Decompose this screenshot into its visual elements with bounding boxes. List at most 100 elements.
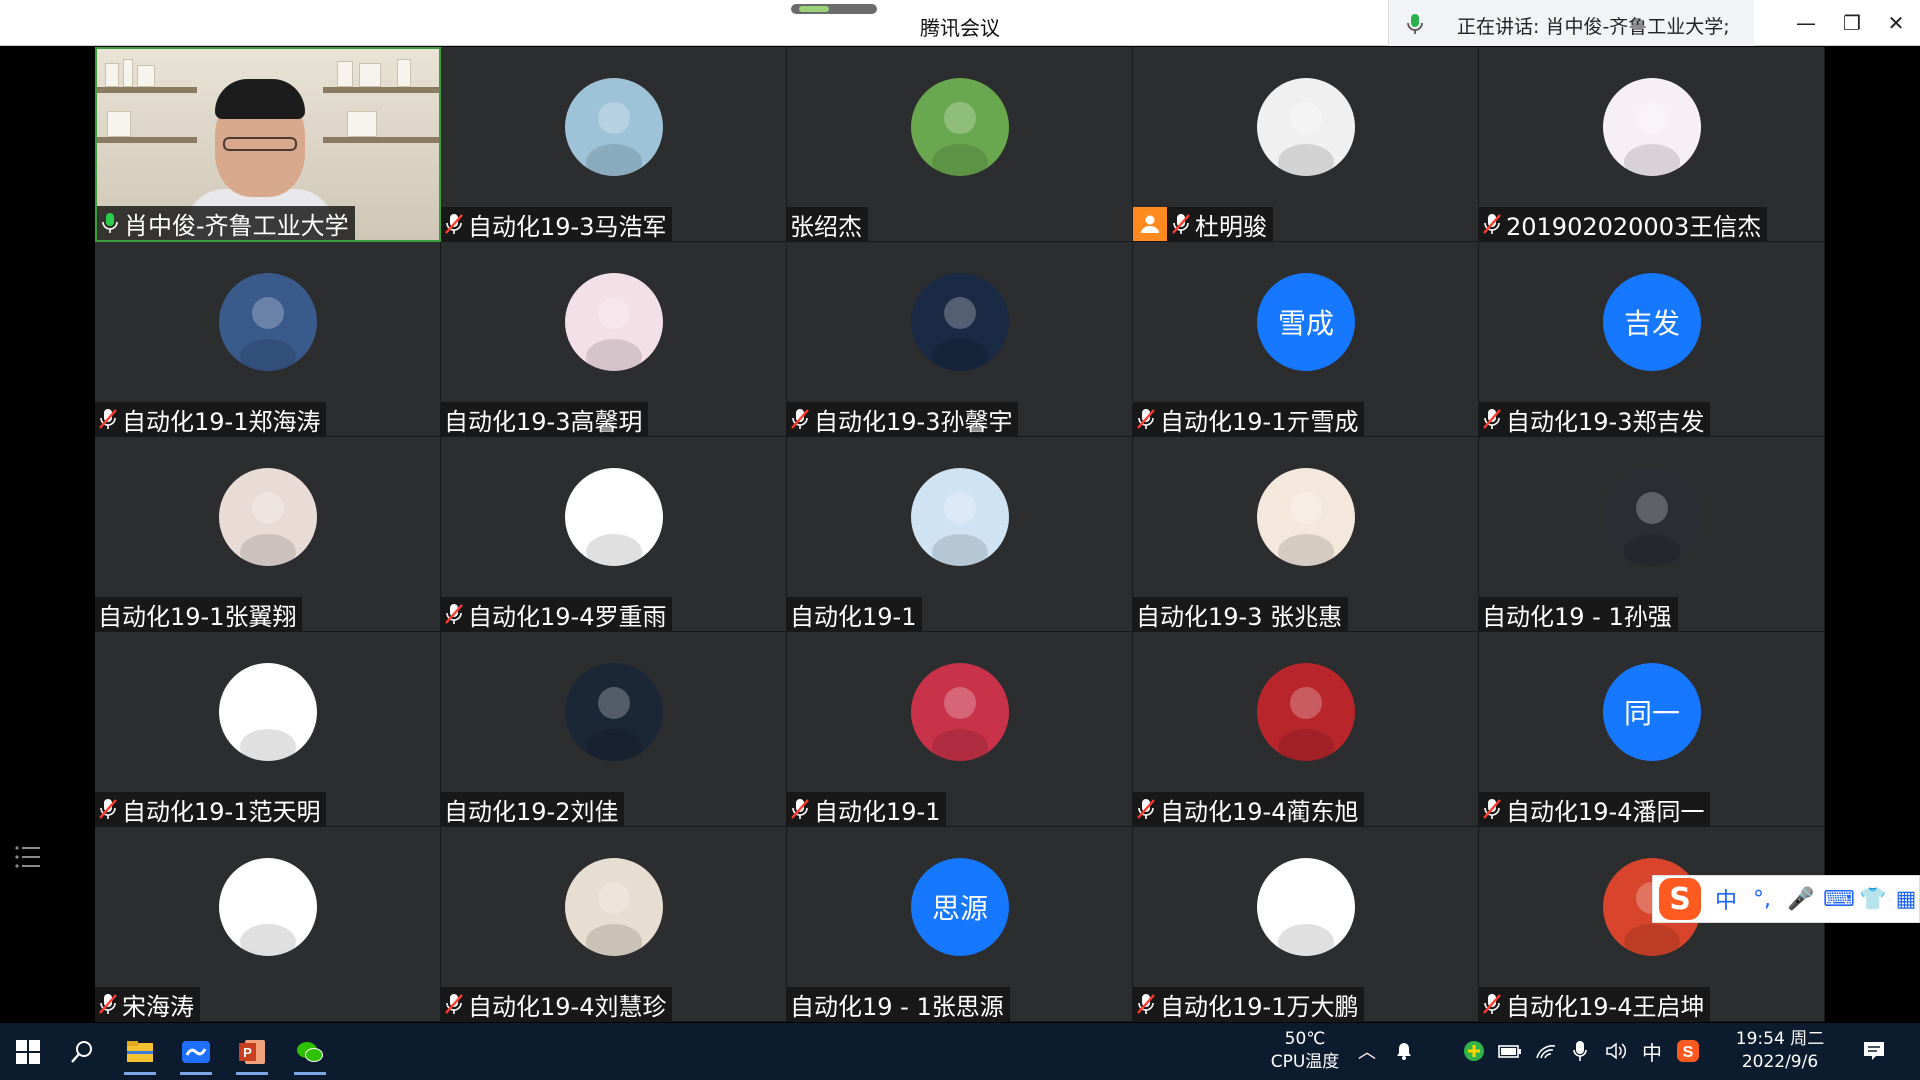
participant-name-bar: 201902020003王信杰 xyxy=(1479,207,1768,241)
participant-name-bar: 自动化19-3 张兆惠 xyxy=(1133,597,1349,631)
participant-tile[interactable]: 自动化19-4蔺东旭 xyxy=(1133,632,1479,827)
clock-date[interactable]: 2022/9/6 xyxy=(1720,1051,1840,1073)
participant-tile[interactable]: 宋海涛 xyxy=(95,827,441,1022)
participant-tile[interactable]: 自动化19-3高馨玥 xyxy=(441,242,787,437)
anime-couple-icon xyxy=(565,858,663,956)
participant-tile[interactable]: 自动化19-3孙馨宇 xyxy=(787,242,1133,437)
participant-name-bar: 自动化19-1 xyxy=(787,792,947,826)
participant-grid: 肖中俊-齐鲁工业大学 自动化19-3马浩军 张绍杰 杜明骏 201902020003王信… xyxy=(95,47,1825,1023)
powerpoint-button[interactable]: P xyxy=(230,1031,274,1075)
participant-name-bar: 自动化19-1张翼翔 xyxy=(95,597,303,631)
anime-boy-icon xyxy=(911,468,1009,566)
mic-muted-icon xyxy=(1483,409,1501,429)
cpu-temperature: 50℃ xyxy=(1284,1029,1326,1049)
participant-name-bar: 自动化19-3马浩军 xyxy=(441,207,673,241)
participant-name: 自动化19-4王启坤 xyxy=(1506,992,1705,1021)
participant-tile[interactable]: 自动化19-3 张兆惠 xyxy=(1133,437,1479,632)
participant-tile[interactable]: 自动化19-1 xyxy=(787,437,1133,632)
participant-name: 自动化19-1万大鹏 xyxy=(1160,992,1359,1021)
participant-name-bar: 自动化19-1 xyxy=(787,597,923,631)
close-button[interactable]: ✕ xyxy=(1874,6,1918,40)
minimize-button[interactable]: — xyxy=(1784,6,1828,40)
participant-name: 自动化19-3郑吉发 xyxy=(1506,407,1705,436)
mountain-landscape-icon xyxy=(911,78,1009,176)
mic-muted-icon xyxy=(445,214,463,234)
file-explorer-button[interactable] xyxy=(118,1031,162,1075)
participant-name-bar: 自动化19-3郑吉发 xyxy=(1479,402,1711,436)
ime-toolbar[interactable]: S 中 °, 🎤 ⌨ 👕 ▦ xyxy=(1652,875,1920,923)
microphone-tray-icon[interactable] xyxy=(1568,1039,1592,1063)
participant-grid-area: 肖中俊-齐鲁工业大学 自动化19-3马浩军 张绍杰 杜明骏 201902020003王信… xyxy=(0,47,1920,1023)
participant-tile[interactable]: 吉发 自动化19-3郑吉发 xyxy=(1479,242,1825,437)
speaking-indicator: 正在讲话: 肖中俊-齐鲁工业大学; xyxy=(1388,0,1754,46)
participant-tile[interactable]: 自动化19-4王启坤 xyxy=(1479,827,1825,1022)
participant-list-icon[interactable] xyxy=(14,844,42,870)
participant-name: 杜明骏 xyxy=(1195,212,1267,241)
participant-name: 肖中俊-齐鲁工业大学 xyxy=(124,211,349,240)
figure-photo-icon xyxy=(1257,663,1355,761)
ime-skin-icon[interactable]: 👕 xyxy=(1859,887,1886,912)
start-button[interactable] xyxy=(6,1031,50,1073)
cartoon-face-icon xyxy=(565,468,663,566)
ime-punctuation[interactable]: °, xyxy=(1751,887,1773,912)
girl-reading-icon xyxy=(565,273,663,371)
participant-name: 自动化19-2刘佳 xyxy=(444,797,619,826)
participant-tile[interactable]: 自动化19-3马浩军 xyxy=(441,47,787,242)
couple-cartoon-icon xyxy=(1257,468,1355,566)
wechat-icon xyxy=(297,1042,323,1062)
wifi-icon[interactable] xyxy=(1534,1039,1558,1063)
participant-tile[interactable]: 201902020003王信杰 xyxy=(1479,47,1825,242)
ime-voice-icon[interactable]: 🎤 xyxy=(1787,887,1814,912)
notification-bell-icon[interactable] xyxy=(1392,1039,1416,1063)
participant-name: 自动化19-4蔺东旭 xyxy=(1160,797,1359,826)
tencent-meeting-button[interactable] xyxy=(174,1031,218,1075)
security-app-icon[interactable] xyxy=(1462,1039,1486,1063)
participant-name-bar: 张绍杰 xyxy=(787,207,868,241)
participant-tile[interactable]: 自动化19-4刘慧珍 xyxy=(441,827,787,1022)
participant-tile[interactable]: 自动化19-1张翼翔 xyxy=(95,437,441,632)
windows-logo-icon xyxy=(16,1040,40,1064)
participant-name-bar: 杜明骏 xyxy=(1133,207,1273,241)
ime-keyboard-icon[interactable]: ⌨ xyxy=(1823,887,1855,912)
participant-tile[interactable]: 张绍杰 xyxy=(787,47,1133,242)
participant-tile[interactable]: 自动化19-2刘佳 xyxy=(441,632,787,827)
avatar-initials: 思源 xyxy=(911,858,1009,956)
sogou-tray-icon[interactable]: S xyxy=(1676,1039,1700,1063)
mic-muted-icon xyxy=(99,994,117,1014)
participant-tile[interactable]: 雪成 自动化19-1亓雪成 xyxy=(1133,242,1479,437)
mic-muted-icon xyxy=(1137,994,1155,1014)
participant-name-bar: 自动化19-4王启坤 xyxy=(1479,987,1711,1021)
ime-toolbox-icon[interactable]: ▦ xyxy=(1895,887,1917,912)
battery-icon[interactable] xyxy=(1498,1039,1522,1063)
participant-tile[interactable]: 自动化19-1万大鹏 xyxy=(1133,827,1479,1022)
volume-icon[interactable] xyxy=(1604,1039,1628,1063)
participant-tile[interactable]: 自动化19 - 1孙强 xyxy=(1479,437,1825,632)
clock-time[interactable]: 19:54 周二 xyxy=(1720,1028,1840,1050)
participant-tile[interactable]: 肖中俊-齐鲁工业大学 xyxy=(95,47,441,242)
action-center-icon[interactable] xyxy=(1858,1039,1890,1063)
participant-tile[interactable]: 自动化19-1郑海涛 xyxy=(95,242,441,437)
show-hidden-icons-chevron-icon[interactable]: ︿ xyxy=(1355,1039,1379,1063)
ime-chinese-mode[interactable]: 中 xyxy=(1715,883,1737,915)
search-button[interactable] xyxy=(60,1031,104,1073)
participant-tile[interactable]: 自动化19-1范天明 xyxy=(95,632,441,827)
participant-name: 自动化19-1张翼翔 xyxy=(98,602,297,631)
restore-button[interactable]: ❐ xyxy=(1830,6,1874,40)
participant-name: 自动化19-4刘慧珍 xyxy=(468,992,667,1021)
participant-tile[interactable]: 同一 自动化19-4潘同一 xyxy=(1479,632,1825,827)
participant-name: 自动化19-3高馨玥 xyxy=(444,407,643,436)
sogou-logo-icon[interactable]: S xyxy=(1659,878,1701,920)
participant-name-bar: 自动化19-1万大鹏 xyxy=(1133,987,1365,1021)
participant-name: 张绍杰 xyxy=(790,212,862,241)
participant-tile[interactable]: 杜明骏 xyxy=(1133,47,1479,242)
input-language-indicator[interactable]: 中 xyxy=(1640,1039,1664,1065)
participant-tile[interactable]: 自动化19-1 xyxy=(787,632,1133,827)
avatar-initials: 雪成 xyxy=(1257,273,1355,371)
participant-name: 自动化19-3 张兆惠 xyxy=(1136,602,1343,631)
wechat-button[interactable] xyxy=(288,1031,332,1075)
participant-tile[interactable]: 思源 自动化19 - 1张思源 xyxy=(787,827,1133,1022)
participant-name: 自动化19-3孙馨宇 xyxy=(814,407,1013,436)
moon-night-icon xyxy=(565,663,663,761)
participant-tile[interactable]: 自动化19-4罗重雨 xyxy=(441,437,787,632)
mic-muted-icon xyxy=(1137,409,1155,429)
